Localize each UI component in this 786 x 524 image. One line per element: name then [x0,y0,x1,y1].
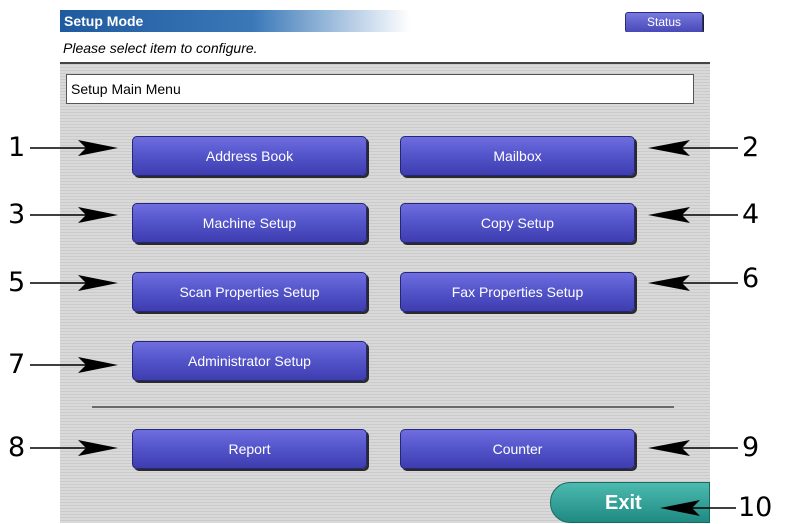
callout-arrow-6 [648,275,738,291]
callout-arrow-7 [30,357,118,373]
callout-arrow-3 [30,207,118,223]
callout-4: 4 [742,199,760,230]
callout-arrow-9 [648,440,738,456]
callout-6: 6 [742,263,760,294]
callout-1: 1 [8,132,26,163]
callout-5: 5 [8,267,26,298]
callout-10: 10 [738,492,773,523]
callout-arrow-8 [30,440,118,456]
callout-9: 9 [742,432,760,463]
callout-7: 7 [8,349,26,380]
callout-8: 8 [8,432,26,463]
callout-arrow-4 [648,207,738,223]
callout-3: 3 [8,199,26,230]
callout-arrows [30,140,738,516]
callout-arrow-2 [648,140,738,156]
callout-arrow-5 [30,275,118,291]
callout-arrow-1 [30,140,118,156]
callout-2: 2 [742,132,760,163]
callout-arrow-10 [660,500,736,516]
